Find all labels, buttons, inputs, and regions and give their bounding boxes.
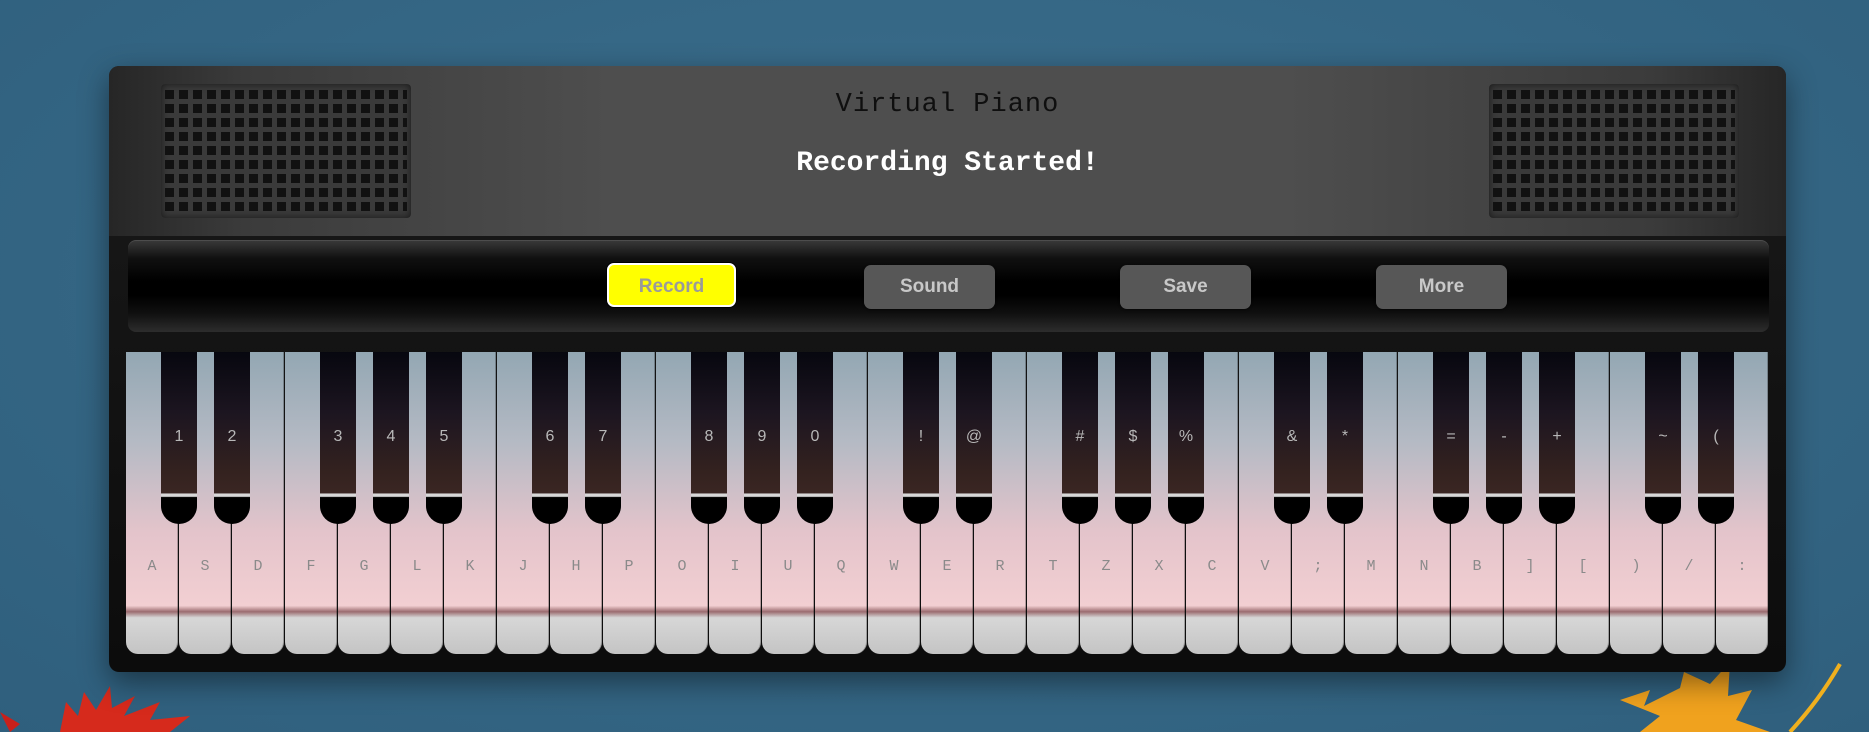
black-key[interactable]: @ — [956, 352, 992, 524]
white-key-label: C — [1207, 558, 1217, 575]
black-key[interactable]: 3 — [320, 352, 356, 524]
white-key-label: F — [306, 558, 316, 575]
white-key-label: H — [571, 558, 581, 575]
white-key-label: ) — [1631, 558, 1641, 575]
white-key-label: T — [1048, 558, 1058, 575]
save-button[interactable]: Save — [1120, 265, 1251, 309]
white-key-label: W — [889, 558, 899, 575]
black-key[interactable]: 0 — [797, 352, 833, 524]
black-key[interactable]: ~ — [1645, 352, 1681, 524]
black-key-label: - — [1501, 428, 1507, 445]
black-key-label: 4 — [386, 428, 396, 445]
black-key[interactable]: 5 — [426, 352, 462, 524]
black-key-label: 9 — [757, 428, 767, 445]
black-key-label: 6 — [545, 428, 555, 445]
black-key[interactable]: * — [1327, 352, 1363, 524]
black-key[interactable]: 8 — [691, 352, 727, 524]
white-key-label: N — [1419, 558, 1429, 575]
black-key[interactable]: 6 — [532, 352, 568, 524]
black-key[interactable]: 2 — [214, 352, 250, 524]
black-key[interactable]: + — [1539, 352, 1575, 524]
top-panel: Virtual Piano Recording Started! — [109, 66, 1786, 236]
white-key-label: P — [624, 558, 634, 575]
black-key-label: & — [1286, 428, 1298, 445]
black-key[interactable]: ( — [1698, 352, 1734, 524]
black-key[interactable]: # — [1062, 352, 1098, 524]
app-title: Virtual Piano — [835, 90, 1060, 120]
white-key-label: R — [995, 558, 1005, 575]
maple-leaf-red-icon — [0, 686, 190, 732]
white-key-label: : — [1737, 558, 1747, 575]
black-key[interactable]: 4 — [373, 352, 409, 524]
black-key-label: $ — [1128, 428, 1138, 445]
white-key-label: J — [518, 558, 528, 575]
white-key-label: X — [1154, 558, 1164, 575]
black-key-label: ( — [1713, 428, 1719, 445]
black-key-label: 1 — [174, 428, 184, 445]
white-key-label: ] — [1525, 558, 1535, 575]
control-bar: Record Sound Save More — [128, 240, 1769, 332]
black-key-label: ! — [918, 428, 924, 445]
white-key-label: O — [677, 558, 687, 575]
white-key-label: Q — [836, 558, 846, 575]
white-key-label: A — [147, 558, 157, 575]
piano-keyboard: A S D F G L K J H P O I U Q W E R T Z X C V; M N B] [) /: 1 2 3 4 5 6 7 8 9… — [126, 352, 1769, 656]
white-key-label: V — [1260, 558, 1270, 575]
white-key-label: G — [359, 558, 369, 575]
white-key-label: M — [1366, 558, 1376, 575]
white-key-label: ; — [1313, 558, 1323, 575]
white-key-label: Z — [1101, 558, 1111, 575]
white-key-label: S — [200, 558, 210, 575]
black-key-label: 0 — [810, 428, 820, 445]
white-key-label: / — [1684, 558, 1694, 575]
black-key[interactable]: % — [1168, 352, 1204, 524]
white-key-label: E — [942, 558, 952, 575]
white-key-label: B — [1472, 558, 1482, 575]
black-key[interactable]: - — [1486, 352, 1522, 524]
record-button[interactable]: Record — [607, 263, 736, 307]
black-key[interactable]: 1 — [161, 352, 197, 524]
black-key-label: 3 — [333, 428, 343, 445]
black-key[interactable]: ! — [903, 352, 939, 524]
black-key-label: = — [1446, 428, 1456, 445]
black-key[interactable]: 9 — [744, 352, 780, 524]
white-key-label: D — [253, 558, 263, 575]
black-key-label: 2 — [227, 428, 237, 445]
black-key-label: * — [1341, 428, 1349, 445]
black-key-label: + — [1552, 428, 1562, 445]
black-key-label: 5 — [439, 428, 449, 445]
sound-button[interactable]: Sound — [864, 265, 995, 309]
recording-status: Recording Started! — [796, 148, 1099, 179]
black-key[interactable]: = — [1433, 352, 1469, 524]
white-key-label: [ — [1578, 558, 1588, 575]
black-key[interactable]: $ — [1115, 352, 1151, 524]
black-key-label: @ — [965, 428, 983, 445]
more-button[interactable]: More — [1376, 265, 1507, 309]
white-key-label: K — [465, 558, 475, 575]
piano-body: Virtual Piano Recording Started! Record … — [109, 66, 1786, 672]
black-key[interactable]: 7 — [585, 352, 621, 524]
black-key-label: # — [1075, 428, 1085, 445]
black-key-label: ~ — [1658, 428, 1668, 445]
black-key-label: 8 — [704, 428, 714, 445]
black-key-label: % — [1178, 428, 1194, 445]
black-key[interactable]: & — [1274, 352, 1310, 524]
white-key-label: U — [783, 558, 793, 575]
black-key-label: 7 — [598, 428, 608, 445]
white-key-label: I — [730, 558, 740, 575]
white-key-label: L — [412, 558, 422, 575]
